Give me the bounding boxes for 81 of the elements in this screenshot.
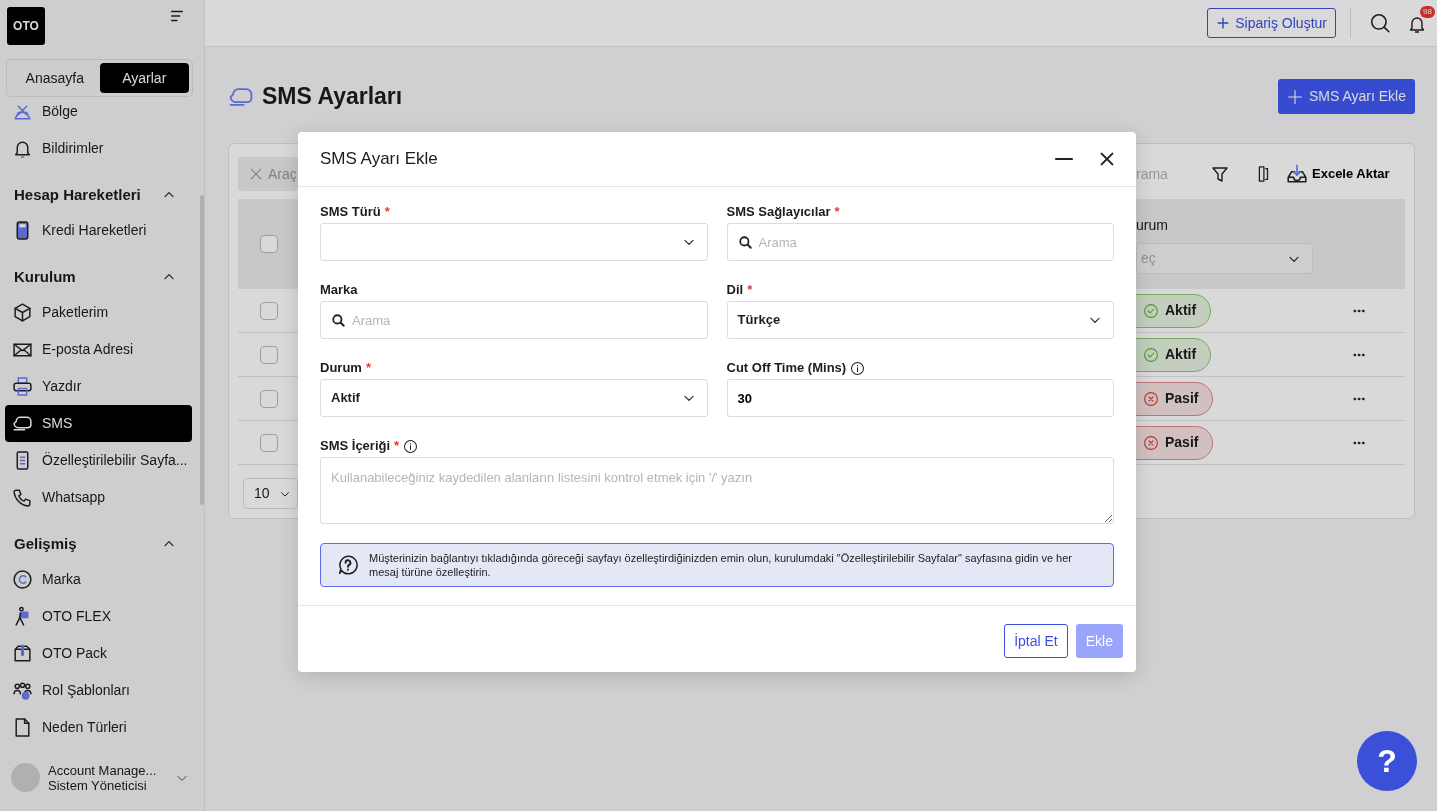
search-icon: [737, 235, 753, 250]
phone-icon: [12, 487, 33, 508]
sidebar-item[interactable]: OTO Pack: [5, 635, 192, 672]
sidebar-item[interactable]: OTO FLEX: [5, 598, 192, 635]
required-mark: *: [384, 203, 390, 222]
search-icon: [331, 313, 346, 328]
export-button[interactable]: Excele Aktar: [1286, 163, 1390, 185]
field-label: SMS İçeriği: [320, 437, 391, 456]
package-icon: [12, 643, 33, 664]
checkbox[interactable]: [260, 235, 278, 253]
printer-icon: [12, 376, 33, 397]
notification-badge: 98: [1420, 6, 1435, 19]
required-mark: *: [747, 281, 753, 300]
sidebar-item[interactable]: Özelleştirilebilir Sayfa...: [5, 442, 192, 479]
checkbox[interactable]: [260, 433, 278, 452]
checkbox[interactable]: [260, 345, 278, 364]
sidebar-item[interactable]: Whatsapp: [5, 479, 192, 516]
select-field[interactable]: Aktif: [320, 379, 708, 417]
sidebar-item[interactable]: Neden Türleri: [5, 709, 192, 740]
sidebar-item[interactable]: Paketlerim: [5, 294, 192, 331]
chat-bubble-icon: [12, 413, 33, 434]
cancel-button[interactable]: İptal Et: [1004, 624, 1068, 658]
sidebar-item[interactable]: E-posta Adresi: [5, 331, 192, 368]
field-label: SMS Sağlayıcılar: [726, 203, 831, 222]
column-header: urum: [1136, 216, 1169, 235]
question-icon: [337, 554, 359, 576]
field-label: Cut Off Time (Mins): [726, 359, 847, 378]
x-circle-icon: [1143, 434, 1159, 451]
field-label: Marka: [320, 281, 358, 300]
check-circle-icon: [1143, 302, 1159, 319]
add-sms-setting-button[interactable]: SMS Ayarı Ekle: [1278, 79, 1415, 114]
section-title: Kurulum: [14, 266, 76, 287]
bell-icon: [12, 138, 33, 159]
section-title: Hesap Hareketleri: [14, 184, 141, 205]
download-tray-icon: [1286, 163, 1308, 185]
help-button[interactable]: ?: [1357, 731, 1417, 791]
notice-text: Müşterinizin bağlantıyı tıkladığında göreceği sayfayı özelleştirdiğinizden emin olun, kurulumdaki "Özelleştirilebilir Sayfalar" sayfasına gidin ve her mesaj türüne özelleştirin.: [369, 551, 1073, 579]
filter-icon[interactable]: [1210, 164, 1230, 184]
sidebar-item[interactable]: Yazdır: [5, 368, 192, 405]
page-title: SMS Ayarları: [262, 82, 403, 111]
required-mark: *: [394, 437, 400, 456]
document-icon: [12, 717, 33, 738]
field-label: Dil: [726, 281, 744, 300]
info-icon[interactable]: [403, 438, 419, 454]
sidebar-item[interactable]: SMS: [5, 405, 192, 442]
nav-tab[interactable]: Ayarlar: [99, 63, 189, 93]
sidebar-item[interactable]: Rol Şablonları: [5, 672, 192, 709]
search-icon[interactable]: [1369, 12, 1391, 34]
field-label: SMS Türü: [320, 203, 381, 222]
sidebar-item[interactable]: Marka: [5, 561, 192, 598]
modal-title: SMS Ayarı Ekle: [320, 148, 438, 170]
sidebar-item[interactable]: Kredi Hareketleri: [5, 212, 192, 249]
copyright-icon: [12, 569, 33, 590]
nav-tab[interactable]: Anasayfa: [10, 63, 100, 93]
user-name: Account Manage...: [48, 762, 158, 778]
search-field[interactable]: Arama: [726, 223, 1114, 261]
user-role: Sistem Yöneticisi: [48, 777, 147, 793]
plus-icon: [1287, 88, 1303, 105]
select-field[interactable]: [320, 223, 708, 261]
logo[interactable]: OTO: [7, 7, 45, 45]
checkbox[interactable]: [260, 301, 278, 320]
create-order-button[interactable]: Sipariş Oluştur: [1207, 8, 1336, 38]
sidebar-item[interactable]: Bölge: [5, 98, 192, 130]
required-mark: *: [365, 359, 371, 378]
people-icon: [12, 680, 33, 701]
search-field[interactable]: Arama: [320, 301, 708, 339]
message-field[interactable]: Kullanabileceğiniz kaydedilen alanların listesini kontrol etmek için '/' yazın: [320, 457, 1114, 524]
section-title: Gelişmiş: [14, 533, 77, 554]
x-circle-icon: [1143, 390, 1159, 407]
select-field[interactable]: Türkçe: [726, 301, 1114, 339]
input-field[interactable]: 30: [726, 379, 1114, 417]
box-icon: [12, 302, 33, 323]
sidebar-item[interactable]: Bildirimler: [5, 130, 192, 167]
required-mark: *: [834, 203, 840, 222]
info-icon[interactable]: [850, 360, 866, 376]
avatar: [11, 763, 40, 792]
checkbox[interactable]: [260, 389, 278, 408]
field-label: Durum: [320, 359, 362, 378]
check-circle-icon: [1143, 346, 1159, 363]
close-icon[interactable]: [1098, 150, 1116, 168]
plus-icon: [1216, 16, 1231, 30]
